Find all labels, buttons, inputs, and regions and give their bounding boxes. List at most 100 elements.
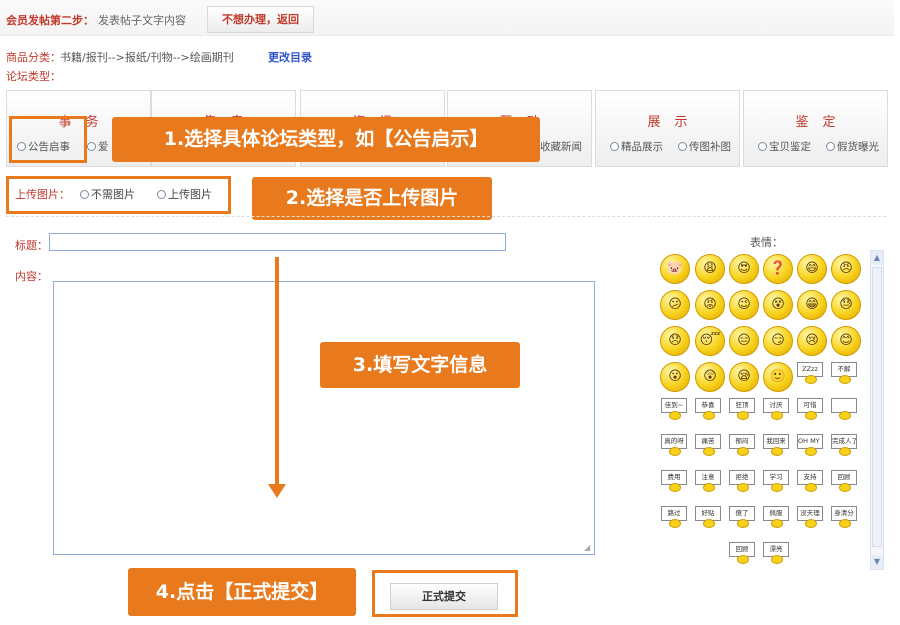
face-icon: [703, 483, 715, 492]
emoticon-meh-icon[interactable]: 😑: [729, 326, 759, 356]
arrow-down-icon: [268, 484, 286, 498]
change-category-link[interactable]: 更改目录: [268, 49, 312, 65]
sign-puzzled-icon[interactable]: 不解: [831, 362, 859, 384]
sign-emoticon-icon[interactable]: 佳到~: [661, 398, 689, 420]
emoticon-grin-icon[interactable]: 😁: [797, 290, 827, 320]
sign-emoticon-icon[interactable]: 没天理: [797, 506, 825, 528]
back-button[interactable]: 不想办理，返回: [207, 6, 314, 33]
sign-emoticon-icon[interactable]: 郁闷: [729, 434, 757, 456]
emoticon-confused-icon[interactable]: ❓: [763, 254, 793, 284]
emoticon-surprise-icon[interactable]: 😮: [660, 362, 690, 392]
emoticon-scrollbar[interactable]: ▲ ▼: [870, 250, 884, 570]
option-label: 精品展示: [621, 141, 663, 153]
emoticon-sweat-icon[interactable]: 😓: [831, 290, 861, 320]
sign-emoticon-icon[interactable]: 傻了: [729, 506, 757, 528]
tab-head: 展示: [647, 115, 702, 130]
option-upload-pics[interactable]: 传图补图: [678, 139, 731, 154]
divider: [6, 216, 886, 217]
emoticon-smile-icon[interactable]: 😄: [797, 254, 827, 284]
emoticon-yawn-icon[interactable]: 😪: [729, 362, 759, 392]
sign-emoticon-icon[interactable]: 回顾: [831, 470, 859, 492]
option-label: 宝贝鉴定: [769, 141, 811, 153]
emoticon-wink-icon[interactable]: 😉: [729, 290, 759, 320]
sign-emoticon-icon[interactable]: 佩服: [763, 506, 791, 528]
sign-emoticon-icon[interactable]: 漂亮: [763, 542, 791, 564]
sign-emoticon-icon[interactable]: 我回来: [763, 434, 791, 456]
sign-emoticon-icon[interactable]: 路过: [661, 506, 689, 528]
sign-emoticon-icon[interactable]: 真的呀: [661, 434, 689, 456]
sign-emoticon-icon[interactable]: 学习: [763, 470, 791, 492]
sign-zz-icon[interactable]: ZZzz: [797, 362, 825, 384]
face-icon: [737, 555, 749, 564]
emoticon-happy-icon[interactable]: 🙂: [763, 362, 793, 392]
sign-emoticon-icon[interactable]: 回顾: [729, 542, 757, 564]
content-textarea[interactable]: ◢: [53, 281, 595, 555]
option-label: 不需图片: [91, 188, 135, 201]
radio-icon[interactable]: [678, 142, 687, 151]
face-icon: [839, 519, 851, 528]
scroll-up-icon[interactable]: ▲: [871, 251, 883, 265]
sign-emoticon-icon[interactable]: [831, 398, 859, 420]
sign-emoticon-icon[interactable]: OH MY GOD!: [797, 434, 825, 456]
option-label: 上传图片: [168, 188, 212, 201]
face-icon: [839, 411, 851, 420]
title-input[interactable]: [49, 233, 506, 251]
face-icon: [669, 483, 681, 492]
emoticon-mad-icon[interactable]: 😡: [695, 290, 725, 320]
face-icon: [805, 483, 817, 492]
emoticon-love-icon[interactable]: 😍: [729, 254, 759, 284]
face-icon: [737, 447, 749, 456]
face-icon: [805, 411, 817, 420]
emoticon-sad-icon[interactable]: 😞: [660, 326, 690, 356]
emoticon-sleep-icon[interactable]: 😴: [695, 326, 725, 356]
sign-emoticon-icon[interactable]: 可惜: [797, 398, 825, 420]
sign-emoticon-icon[interactable]: 拒绝: [729, 470, 757, 492]
sign-emoticon-icon[interactable]: 注意: [695, 470, 723, 492]
sign-emoticon-icon[interactable]: 恭喜: [695, 398, 723, 420]
callout-step3: 3.填写文字信息: [320, 342, 520, 388]
title-label: 标题：: [15, 239, 48, 252]
option-no-image[interactable]: 不需图片: [80, 186, 135, 202]
option-love[interactable]: 爱: [87, 139, 109, 154]
radio-icon[interactable]: [610, 142, 619, 151]
tab-head: 鉴定: [795, 115, 850, 130]
emoticon-cry-icon[interactable]: 😢: [797, 326, 827, 356]
radio-icon[interactable]: [758, 142, 767, 151]
emoticon-shock-icon[interactable]: 😲: [695, 362, 725, 392]
emoticon-angry-icon[interactable]: 😠: [831, 254, 861, 284]
option-upload-image[interactable]: 上传图片: [157, 186, 212, 202]
callout-step2: 2.选择是否上传图片: [252, 177, 492, 220]
option-appraisal[interactable]: 宝贝鉴定: [758, 139, 811, 154]
radio-icon[interactable]: [157, 190, 166, 199]
radio-icon[interactable]: [826, 142, 835, 151]
sign-emoticon-icon[interactable]: 支持: [797, 470, 825, 492]
option-collect-news[interactable]: 收藏新闻: [540, 139, 582, 154]
option-label: 收藏新闻: [540, 141, 582, 153]
emoticon-pig-icon[interactable]: 🐷: [660, 254, 690, 284]
submit-button[interactable]: 正式提交: [390, 583, 498, 610]
option-fake-expose[interactable]: 假货曝光: [826, 139, 879, 154]
sign-emoticon-icon[interactable]: 狂顶: [729, 398, 757, 420]
emoticon-dizzy-icon[interactable]: 😵: [763, 290, 793, 320]
sign-emoticon-icon[interactable]: 费用: [661, 470, 689, 492]
emoticon-blush-icon[interactable]: 😊: [831, 326, 861, 356]
face-icon: [669, 519, 681, 528]
scroll-down-icon[interactable]: ▼: [871, 555, 883, 569]
option-label: 传图补图: [689, 141, 731, 153]
callout-step4: 4.点击【正式提交】: [128, 568, 356, 616]
emoticon-frown-icon[interactable]: 😕: [660, 290, 690, 320]
radio-icon[interactable]: [87, 142, 96, 151]
emoticon-smirk-icon[interactable]: 😏: [763, 326, 793, 356]
resize-grip-icon[interactable]: ◢: [584, 544, 592, 552]
option-showcase[interactable]: 精品展示: [610, 139, 663, 154]
highlight-announcement: [9, 116, 87, 163]
sign-emoticon-icon[interactable]: 好贴: [695, 506, 723, 528]
sign-emoticon-icon[interactable]: 讨厌: [763, 398, 791, 420]
sign-emoticon-icon[interactable]: 痛苦: [695, 434, 723, 456]
radio-icon[interactable]: [80, 190, 89, 199]
face-icon: [737, 483, 749, 492]
sign-emoticon-icon[interactable]: 完成人了: [831, 434, 859, 456]
emoticon-tired-icon[interactable]: 😩: [695, 254, 725, 284]
sign-emoticon-icon[interactable]: 身清分: [831, 506, 859, 528]
scroll-thumb[interactable]: [872, 267, 882, 547]
